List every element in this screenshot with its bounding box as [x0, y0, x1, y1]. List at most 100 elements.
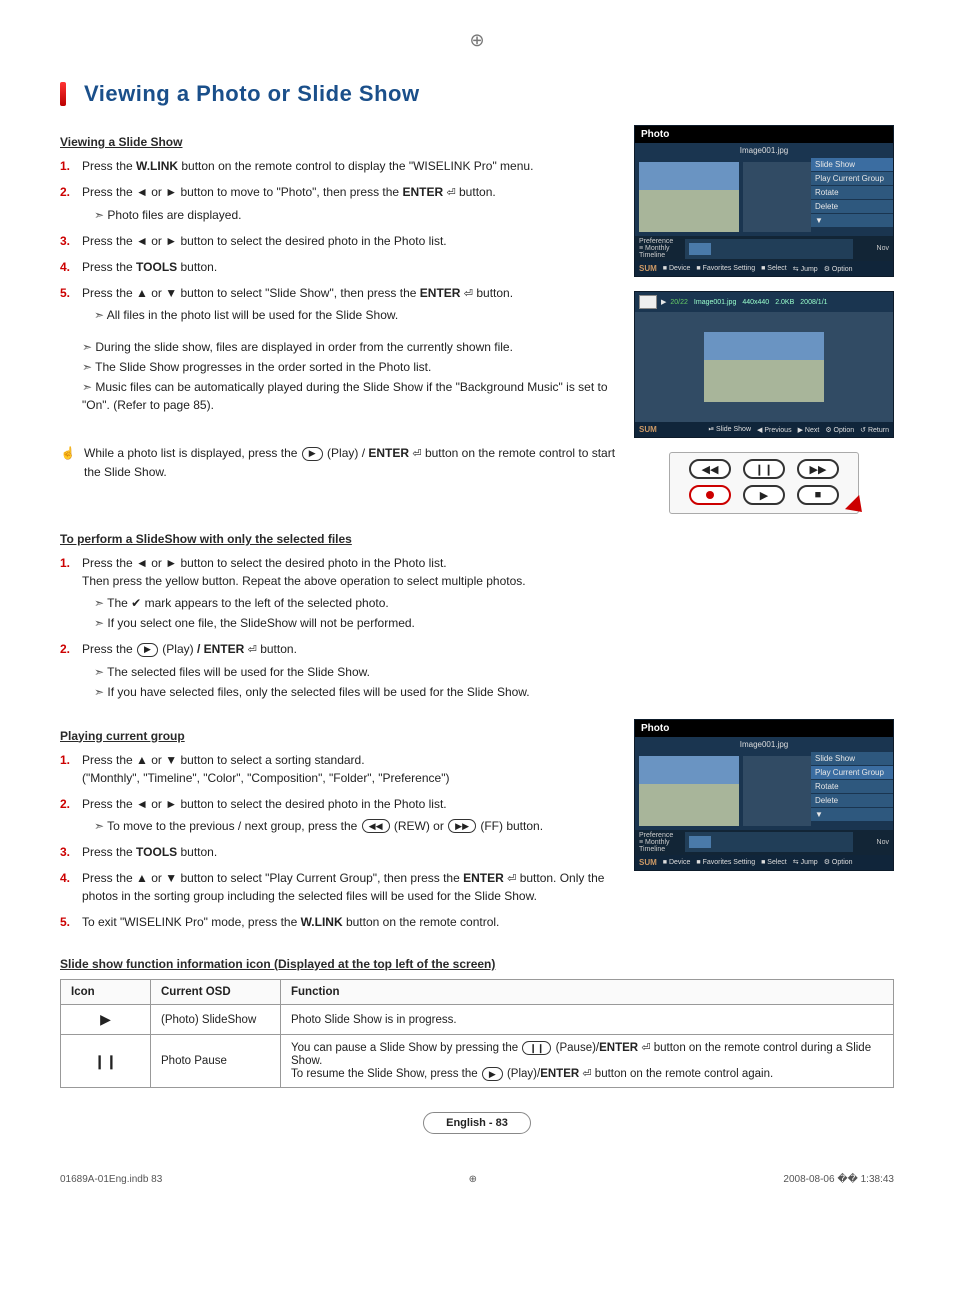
remote-stop-button: ■ [797, 485, 839, 505]
step-text: Press the TOOLS button. [82, 260, 217, 274]
play-icon: ▶ [661, 298, 666, 306]
osd-filmstrip [685, 832, 853, 852]
osd-menu-item: Slide Show [811, 752, 893, 766]
osd-sort-panel: Preference ≡ Monthly Timeline [639, 238, 679, 259]
registration-mark-top: ⊕ [60, 30, 894, 51]
osd-month-label: Nov [859, 245, 889, 252]
note-text: All files in the photo list will be used… [94, 306, 618, 324]
osd-ss-size: 2.0KB [775, 299, 794, 306]
osd-photo-list: Photo Image001.jpg Slide Show Play Curre… [634, 125, 894, 277]
note-text: If you select one file, the SlideShow wi… [94, 614, 894, 632]
osd-ss-thumb-icon [639, 295, 657, 309]
print-info-right: 2008-08-06 �� 1:38:43 [783, 1174, 894, 1185]
osd-menu-item: Rotate [811, 186, 893, 200]
enter-icon: ⏎ [507, 873, 516, 885]
osd-title: Photo [635, 720, 893, 737]
cell-icon-pause: ❙❙ [61, 1035, 151, 1088]
note-text: If you have selected files, only the sel… [94, 683, 894, 701]
enter-icon: ⏎ [412, 448, 421, 460]
cell-osd: Photo Pause [151, 1035, 281, 1088]
step-text: Press the ▶ (Play) / ENTER ⏎ button. [82, 642, 297, 656]
remote-play-button: ▶ [743, 485, 785, 505]
print-info-left: 01689A-01Eng.indb 83 [60, 1174, 162, 1185]
osd-menu-more: ▼ [811, 214, 893, 228]
steps-current-group: 1.Press the ▲ or ▼ button to select a so… [60, 751, 618, 932]
osd-footer: SUM ■ Device ■ Favorites Setting ■ Selec… [635, 855, 893, 870]
osd-preview-area [743, 162, 811, 232]
play-icon: ▶ [302, 447, 323, 461]
osd-menu-item: Delete [811, 200, 893, 214]
cell-icon-play: ▶ [61, 1005, 151, 1035]
osd-context-menu: Slide Show Play Current Group Rotate Del… [811, 752, 893, 830]
step-text: Press the ◄ or ► button to select the de… [82, 797, 447, 811]
cell-function: Photo Slide Show is in progress. [281, 1005, 894, 1035]
remote-indicator-arrow [845, 495, 869, 519]
osd-title: Photo [635, 126, 893, 143]
osd-thumbnail [639, 756, 739, 826]
subhead-selected-files: To perform a SlideShow with only the sel… [60, 532, 894, 546]
osd-menu-item: Play Current Group [811, 172, 893, 186]
th-osd: Current OSD [151, 980, 281, 1005]
osd-ss-photo [704, 332, 824, 402]
play-icon: ▶ [137, 643, 158, 657]
note-text: Music files can be automatically played … [82, 378, 618, 414]
osd-filmstrip [685, 239, 853, 259]
pause-icon: ❙❙ [522, 1041, 551, 1055]
osd-menu-item: Rotate [811, 780, 893, 794]
osd-ss-date: 2008/1/1 [800, 299, 827, 306]
osd-preview-area [743, 756, 811, 826]
cell-osd: (Photo) SlideShow [151, 1005, 281, 1035]
osd-sort-panel: Preference ≡ Monthly Timeline [639, 832, 679, 853]
step-text: Press the ▲ or ▼ button to select "Play … [82, 871, 604, 904]
icon-function-table: Icon Current OSD Function ▶ (Photo) Slid… [60, 979, 894, 1088]
osd-menu-more: ▼ [811, 808, 893, 822]
osd-filename: Image001.jpg [635, 737, 893, 752]
osd-photo-list-2: Photo Image001.jpg Slide Show Play Curre… [634, 719, 894, 871]
note-text: During the slide show, files are display… [82, 338, 618, 356]
enter-icon: ⏎ [641, 1042, 650, 1054]
osd-slideshow: ▶ 20/22 Image001.jpg 440x440 2.0KB 2008/… [634, 291, 894, 438]
step-text: To exit "WISELINK Pro" mode, press the W… [82, 915, 499, 929]
osd-menu-item: Slide Show [811, 158, 893, 172]
steps-selected-files: 1. Press the ◄ or ► button to select the… [60, 554, 894, 701]
step-text: Press the ▲ or ▼ button to select "Slide… [82, 286, 513, 300]
note-text: The ✔ mark appears to the left of the se… [94, 594, 894, 612]
enter-icon: ⏎ [248, 644, 257, 656]
enter-icon: ⏎ [446, 187, 455, 199]
page-title: Viewing a Photo or Slide Show [84, 81, 420, 107]
subhead-viewing-slideshow: Viewing a Slide Show [60, 135, 618, 149]
step-text: Press the W.LINK button on the remote co… [82, 159, 533, 173]
th-function: Function [281, 980, 894, 1005]
remote-rec-button [689, 485, 731, 505]
page-number-pill: English - 83 [423, 1112, 531, 1134]
subhead-icon-table: Slide show function information icon (Di… [60, 957, 894, 971]
osd-menu-item: Play Current Group [811, 766, 893, 780]
ff-icon: ▶▶ [448, 819, 476, 833]
osd-context-menu: Slide Show Play Current Group Rotate Del… [811, 158, 893, 236]
step-text: Press the TOOLS button. [82, 845, 217, 859]
step-text: Press the ◄ or ► button to select the de… [82, 556, 526, 588]
step-text: Press the ◄ or ► button to move to "Phot… [82, 185, 496, 199]
osd-month-label: Nov [859, 839, 889, 846]
th-icon: Icon [61, 980, 151, 1005]
note-text: The Slide Show progresses in the order s… [82, 358, 618, 376]
steps-viewing-slideshow: 1. Press the W.LINK button on the remote… [60, 157, 618, 324]
note-text: Photo files are displayed. [94, 206, 618, 224]
osd-menu-item: Delete [811, 794, 893, 808]
rew-icon: ◀◀ [362, 819, 390, 833]
remote-diagram: ◀◀ ❙❙ ▶▶ ▶ ■ [669, 452, 859, 514]
registration-mark-bottom: ⊕ [469, 1174, 477, 1185]
osd-filename: Image001.jpg [635, 143, 893, 158]
hand-icon: ☝ [60, 444, 76, 481]
osd-footer: SUM ■ Device ■ Favorites Setting ■ Selec… [635, 261, 893, 276]
remote-ff-button: ▶▶ [797, 459, 839, 479]
osd-ss-resolution: 440x440 [742, 299, 769, 306]
cell-function: You can pause a Slide Show by pressing t… [281, 1035, 894, 1088]
enter-icon: ⏎ [582, 1068, 591, 1080]
osd-thumbnail [639, 162, 739, 232]
remote-rew-button: ◀◀ [689, 459, 731, 479]
osd-ss-footer: SUM ⏯ Slide Show ◀ Previous ▶ Next ⚙ Opt… [635, 422, 893, 437]
enter-icon: ⏎ [464, 288, 473, 300]
osd-ss-counter: 20/22 [670, 299, 688, 306]
note-text: The selected files will be used for the … [94, 663, 894, 681]
